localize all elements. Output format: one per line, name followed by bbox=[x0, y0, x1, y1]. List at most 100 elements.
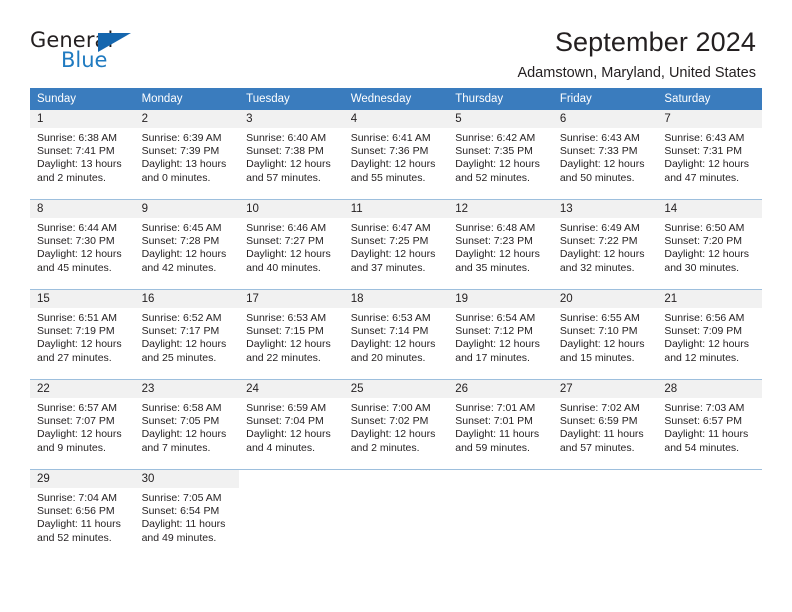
sunset-time: Sunset: 7:41 PM bbox=[37, 145, 115, 158]
calendar-day-cell[interactable]: 17 Sunrise: 6:53 AM Sunset: 7:15 PM Dayligh… bbox=[239, 289, 344, 380]
day-cell-inner: 27 Sunrise: 7:02 AM Sunset: 6:59 PM Dayligh… bbox=[552, 380, 658, 469]
day-cell-inner: 25 Sunrise: 7:00 AM Sunset: 7:02 PM Dayligh… bbox=[343, 380, 449, 469]
daylight-duration-line2: and 40 minutes. bbox=[246, 261, 321, 274]
calendar-day-cell[interactable]: 10 Sunrise: 6:46 AM Sunset: 7:27 PM Dayligh… bbox=[239, 199, 344, 290]
sunrise-time: Sunrise: 6:39 AM bbox=[141, 132, 222, 144]
calendar-day-cell[interactable]: 8 Sunrise: 6:44 AM Sunset: 7:30 PM Daylight… bbox=[30, 199, 135, 290]
daylight-duration-line1: Daylight: 12 hours bbox=[664, 158, 750, 171]
calendar-week-row: 15 Sunrise: 6:51 AM Sunset: 7:19 PM Dayligh… bbox=[30, 289, 762, 380]
daylight-duration-line2: and 54 minutes. bbox=[664, 441, 740, 454]
daylight-duration-line1: Daylight: 11 hours bbox=[141, 518, 226, 531]
weekday-header-monday: Monday bbox=[134, 88, 240, 110]
daylight-duration-line1: Daylight: 12 hours bbox=[37, 428, 122, 441]
daylight-duration-line2: and 2 minutes. bbox=[37, 171, 106, 184]
calendar-day-cell[interactable]: 16 Sunrise: 6:52 AM Sunset: 7:17 PM Dayligh… bbox=[134, 289, 240, 380]
calendar-week-row: 8 Sunrise: 6:44 AM Sunset: 7:30 PM Daylight… bbox=[30, 199, 762, 290]
day-sun-info: Sunrise: 6:53 AM Sunset: 7:15 PM Daylight:… bbox=[239, 308, 344, 365]
day-sun-info: Sunrise: 6:46 AM Sunset: 7:27 PM Daylight:… bbox=[239, 218, 344, 275]
day-number bbox=[553, 470, 658, 488]
calendar-day-cell[interactable]: 1 Sunrise: 6:38 AM Sunset: 7:41 PM Daylight… bbox=[30, 110, 135, 200]
calendar-day-cell-empty bbox=[552, 469, 658, 559]
calendar-day-cell-empty bbox=[239, 469, 344, 559]
day-sun-info bbox=[344, 488, 449, 492]
day-cell-inner: 8 Sunrise: 6:44 AM Sunset: 7:30 PM Daylight… bbox=[30, 200, 135, 289]
day-cell-inner: 5 Sunrise: 6:42 AM Sunset: 7:35 PM Daylight… bbox=[448, 110, 553, 199]
day-cell-inner: 30 Sunrise: 7:05 AM Sunset: 6:54 PM Dayligh… bbox=[134, 470, 240, 559]
sunrise-time: Sunrise: 6:53 AM bbox=[350, 312, 431, 324]
calendar-day-cell[interactable]: 19 Sunrise: 6:54 AM Sunset: 7:12 PM Dayligh… bbox=[448, 289, 553, 380]
sunset-time: Sunset: 7:15 PM bbox=[246, 325, 324, 338]
daylight-duration-line2: and 4 minutes. bbox=[246, 441, 316, 454]
sunrise-time: Sunrise: 6:43 AM bbox=[559, 132, 640, 144]
calendar-day-cell[interactable]: 4 Sunrise: 6:41 AM Sunset: 7:36 PM Daylight… bbox=[343, 110, 449, 200]
day-number: 27 bbox=[552, 380, 658, 398]
daylight-duration-line1: Daylight: 12 hours bbox=[559, 158, 645, 171]
calendar-day-cell[interactable]: 7 Sunrise: 6:43 AM Sunset: 7:31 PM Daylight… bbox=[657, 110, 762, 200]
day-sun-info bbox=[553, 488, 658, 492]
calendar-day-cell[interactable]: 12 Sunrise: 6:48 AM Sunset: 7:23 PM Dayligh… bbox=[448, 199, 553, 290]
calendar-day-cell[interactable]: 2 Sunrise: 6:39 AM Sunset: 7:39 PM Daylight… bbox=[134, 110, 240, 200]
day-sun-info: Sunrise: 6:59 AM Sunset: 7:04 PM Daylight:… bbox=[239, 398, 344, 455]
daylight-duration-line2: and 17 minutes. bbox=[455, 351, 530, 364]
calendar-day-cell[interactable]: 6 Sunrise: 6:43 AM Sunset: 7:33 PM Daylight… bbox=[552, 110, 658, 200]
calendar-day-cell[interactable]: 25 Sunrise: 7:00 AM Sunset: 7:02 PM Dayligh… bbox=[343, 379, 449, 470]
calendar-day-cell[interactable]: 22 Sunrise: 6:57 AM Sunset: 7:07 PM Dayligh… bbox=[30, 379, 135, 470]
day-cell-inner: 4 Sunrise: 6:41 AM Sunset: 7:36 PM Daylight… bbox=[343, 110, 449, 199]
sunset-time: Sunset: 6:57 PM bbox=[664, 415, 743, 428]
sunrise-time: Sunrise: 7:05 AM bbox=[141, 492, 222, 504]
page-title: September 2024 bbox=[554, 27, 756, 57]
sunset-time: Sunset: 7:01 PM bbox=[455, 415, 533, 428]
day-sun-info bbox=[657, 488, 762, 492]
calendar-day-cell[interactable]: 14 Sunrise: 6:50 AM Sunset: 7:20 PM Dayligh… bbox=[657, 199, 762, 290]
sunrise-time: Sunrise: 7:01 AM bbox=[455, 402, 536, 414]
sunrise-time: Sunrise: 6:57 AM bbox=[37, 402, 117, 414]
sunrise-time: Sunrise: 6:48 AM bbox=[455, 222, 536, 234]
calendar-day-cell[interactable]: 5 Sunrise: 6:42 AM Sunset: 7:35 PM Daylight… bbox=[448, 110, 553, 200]
sunset-time: Sunset: 7:25 PM bbox=[350, 235, 429, 248]
calendar-day-cell[interactable]: 21 Sunrise: 6:56 AM Sunset: 7:09 PM Dayligh… bbox=[657, 289, 762, 380]
calendar-day-cell[interactable]: 24 Sunrise: 6:59 AM Sunset: 7:04 PM Dayligh… bbox=[239, 379, 344, 470]
calendar-day-cell[interactable]: 11 Sunrise: 6:47 AM Sunset: 7:25 PM Dayligh… bbox=[343, 199, 449, 290]
calendar-day-cell[interactable]: 20 Sunrise: 6:55 AM Sunset: 7:10 PM Dayligh… bbox=[552, 289, 658, 380]
day-cell-inner: 23 Sunrise: 6:58 AM Sunset: 7:05 PM Dayligh… bbox=[134, 380, 240, 469]
calendar-day-cell[interactable]: 15 Sunrise: 6:51 AM Sunset: 7:19 PM Dayligh… bbox=[30, 289, 135, 380]
day-sun-info: Sunrise: 7:05 AM Sunset: 6:54 PM Daylight:… bbox=[135, 488, 240, 545]
calendar-day-cell[interactable]: 26 Sunrise: 7:01 AM Sunset: 7:01 PM Dayligh… bbox=[448, 379, 553, 470]
day-cell-inner: 15 Sunrise: 6:51 AM Sunset: 7:19 PM Dayligh… bbox=[30, 290, 135, 379]
general-blue-logo[interactable]: General Blue bbox=[30, 28, 145, 76]
calendar-day-cell[interactable]: 3 Sunrise: 6:40 AM Sunset: 7:38 PM Daylight… bbox=[239, 110, 344, 200]
day-number: 8 bbox=[30, 200, 135, 218]
calendar-day-cell[interactable]: 13 Sunrise: 6:49 AM Sunset: 7:22 PM Dayligh… bbox=[552, 199, 658, 290]
sunrise-time: Sunrise: 6:41 AM bbox=[350, 132, 431, 144]
calendar-day-cell[interactable]: 18 Sunrise: 6:53 AM Sunset: 7:14 PM Dayligh… bbox=[343, 289, 449, 380]
day-sun-info: Sunrise: 7:00 AM Sunset: 7:02 PM Daylight:… bbox=[344, 398, 449, 455]
day-cell-inner: 18 Sunrise: 6:53 AM Sunset: 7:14 PM Dayligh… bbox=[343, 290, 449, 379]
day-cell-inner: 16 Sunrise: 6:52 AM Sunset: 7:17 PM Dayligh… bbox=[134, 290, 240, 379]
sunset-time: Sunset: 7:10 PM bbox=[559, 325, 638, 338]
sunset-time: Sunset: 7:33 PM bbox=[559, 145, 638, 158]
daylight-duration-line1: Daylight: 12 hours bbox=[350, 248, 436, 261]
page-subtitle: Adamstown, Maryland, United States bbox=[517, 64, 756, 81]
day-cell-inner: 20 Sunrise: 6:55 AM Sunset: 7:10 PM Dayligh… bbox=[552, 290, 658, 379]
day-number: 25 bbox=[343, 380, 449, 398]
calendar-day-cell-empty bbox=[448, 469, 553, 559]
daylight-duration-line1: Daylight: 11 hours bbox=[559, 428, 644, 441]
calendar-header-row: Sunday Monday Tuesday Wednesday Thursday… bbox=[30, 88, 762, 110]
day-sun-info: Sunrise: 6:43 AM Sunset: 7:33 PM Daylight:… bbox=[553, 128, 658, 185]
calendar-day-cell[interactable]: 23 Sunrise: 6:58 AM Sunset: 7:05 PM Dayligh… bbox=[134, 379, 240, 470]
calendar-day-cell[interactable]: 28 Sunrise: 7:03 AM Sunset: 6:57 PM Dayligh… bbox=[657, 379, 762, 470]
daylight-duration-line2: and 15 minutes. bbox=[559, 351, 635, 364]
daylight-duration-line1: Daylight: 12 hours bbox=[559, 338, 645, 351]
weekday-header-tuesday: Tuesday bbox=[239, 88, 344, 110]
daylight-duration-line1: Daylight: 12 hours bbox=[350, 158, 436, 171]
calendar-day-cell[interactable]: 29 Sunrise: 7:04 AM Sunset: 6:56 PM Dayligh… bbox=[30, 469, 135, 559]
sunrise-time: Sunrise: 6:47 AM bbox=[350, 222, 431, 234]
calendar-day-cell[interactable]: 30 Sunrise: 7:05 AM Sunset: 6:54 PM Dayligh… bbox=[134, 469, 240, 559]
daylight-duration-line2: and 57 minutes. bbox=[559, 441, 635, 454]
sunset-time: Sunset: 6:59 PM bbox=[559, 415, 638, 428]
daylight-duration-line2: and 0 minutes. bbox=[141, 171, 211, 184]
day-sun-info: Sunrise: 7:01 AM Sunset: 7:01 PM Daylight:… bbox=[448, 398, 553, 455]
calendar-day-cell[interactable]: 9 Sunrise: 6:45 AM Sunset: 7:28 PM Daylight… bbox=[134, 199, 240, 290]
calendar-day-cell[interactable]: 27 Sunrise: 7:02 AM Sunset: 6:59 PM Dayligh… bbox=[552, 379, 658, 470]
day-number: 23 bbox=[134, 380, 240, 398]
